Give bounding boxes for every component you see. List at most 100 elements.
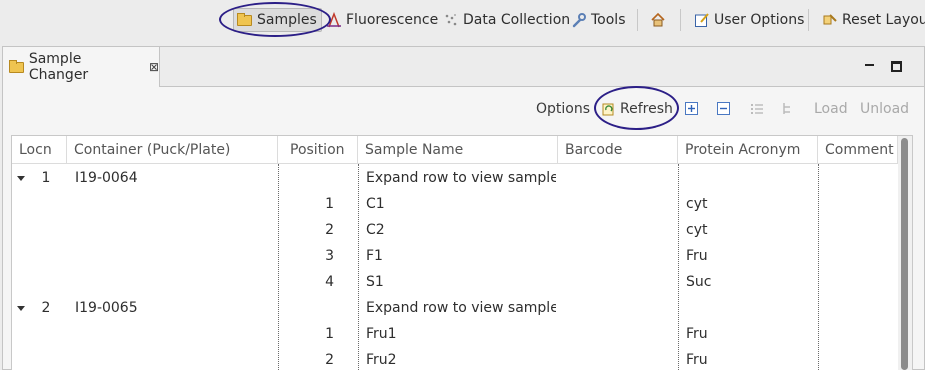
list-view-icon[interactable] (750, 102, 764, 116)
position-cell (278, 165, 358, 191)
maximize-button[interactable] (891, 61, 902, 72)
protein-acronym-cell: Fru (686, 352, 708, 368)
expand-toggle-icon[interactable] (17, 306, 25, 311)
protein-acronym-cell: cyt (686, 196, 708, 212)
fluorescence-icon (326, 11, 342, 28)
options-label: Options (536, 101, 591, 117)
container-cell (75, 243, 275, 269)
table-row[interactable]: 1 C1 cyt (12, 191, 897, 217)
options-button[interactable]: Options (536, 97, 590, 121)
unload-button[interactable]: Unload (860, 97, 909, 121)
protein-acronym-cell: Fru (686, 326, 708, 342)
comment-cell (826, 347, 896, 370)
position-cell: 1 (325, 326, 334, 342)
samples-perspective-button[interactable]: Samples (233, 8, 322, 32)
tab-sample-changer[interactable]: Sample Changer ⊠ (3, 47, 160, 87)
barcode-cell (566, 269, 676, 295)
position-cell: 4 (325, 274, 334, 290)
fluorescence-perspective-button[interactable]: Fluorescence (326, 8, 438, 32)
locn-cell (38, 217, 54, 243)
barcode-cell (566, 295, 676, 321)
reset-layout-button[interactable]: Reset Layout (822, 8, 925, 32)
position-cell (278, 295, 358, 321)
locn-cell (38, 347, 54, 370)
folder-icon (9, 59, 25, 75)
data-collection-label: Data Collection (463, 12, 571, 28)
tab-strip (160, 47, 924, 87)
refresh-label: Refresh (620, 101, 673, 117)
position-cell: 3 (325, 248, 334, 264)
user-options-label: User Options (714, 12, 805, 28)
sample-table[interactable]: Locn Container (Puck/Plate) Position Sam… (11, 135, 913, 370)
protein-acronym-cell: Fru (686, 248, 708, 264)
data-collection-perspective-button[interactable]: Data Collection (443, 8, 570, 32)
table-row[interactable]: 2 Fru2 Fru (12, 347, 897, 370)
refresh-icon (601, 101, 617, 117)
unload-label: Unload (860, 101, 910, 117)
column-header-protein-acronym[interactable]: Protein Acronym (678, 136, 818, 164)
protein-acronym-cell (686, 165, 816, 191)
sample-name-cell: F1 (366, 248, 383, 264)
column-header-sample-name[interactable]: Sample Name (358, 136, 558, 164)
wrench-icon (571, 12, 587, 28)
comment-cell (826, 217, 896, 243)
barcode-cell (566, 347, 676, 370)
table-row[interactable]: 2 C2 cyt (12, 217, 897, 243)
locn-cell: 1 (41, 170, 51, 186)
table-header: Locn Container (Puck/Plate) Position Sam… (12, 136, 912, 164)
data-collection-icon (443, 12, 459, 28)
protein-acronym-cell: Suc (686, 274, 712, 290)
toolbar-separator (637, 9, 638, 31)
tab-title: Sample Changer (28, 51, 89, 83)
collapse-all-icon[interactable] (717, 102, 730, 115)
tree-view-icon[interactable] (781, 102, 795, 116)
table-row[interactable]: 2 I19-0065 Expand row to view samples (12, 295, 897, 321)
minimize-button[interactable] (863, 59, 877, 73)
barcode-cell (566, 165, 676, 191)
edit-icon (694, 12, 710, 28)
refresh-button[interactable]: Refresh (601, 97, 673, 121)
table-row[interactable]: 1 I19-0064 Expand row to view samples (12, 165, 897, 191)
table-row[interactable]: 1 Fru1 Fru (12, 321, 897, 347)
folder-icon (237, 12, 253, 28)
scrollbar-thumb[interactable] (901, 138, 908, 370)
sample-name-cell: Fru1 (366, 326, 397, 342)
container-cell (75, 347, 275, 370)
table-row[interactable]: 4 S1 Suc (12, 269, 897, 295)
comment-cell (826, 243, 896, 269)
column-header-position[interactable]: Position (278, 136, 358, 164)
tools-perspective-button[interactable]: Tools (571, 8, 626, 32)
table-row[interactable]: 3 F1 Fru (12, 243, 897, 269)
column-header-container[interactable]: Container (Puck/Plate) (67, 136, 278, 164)
locn-cell (38, 321, 54, 347)
toolbar-separator (680, 9, 681, 31)
user-options-button[interactable]: User Options (694, 8, 804, 32)
perspective-toolbar: Samples Fluorescence Data Collection Too… (0, 0, 925, 40)
container-cell (75, 191, 275, 217)
barcode-cell (566, 217, 676, 243)
sample-name-cell: C2 (366, 222, 385, 238)
reset-layout-icon (822, 12, 838, 28)
load-label: Load (814, 101, 848, 117)
comment-cell (826, 269, 896, 295)
sample-name-cell: Fru2 (366, 352, 397, 368)
toolbar-separator (808, 9, 809, 31)
expand-toggle-icon[interactable] (17, 176, 25, 181)
column-header-comment[interactable]: Comment (818, 136, 898, 164)
comment-cell (826, 321, 896, 347)
samples-label: Samples (257, 12, 317, 28)
home-button[interactable] (650, 8, 670, 32)
column-header-barcode[interactable]: Barcode (558, 136, 678, 164)
container-cell (75, 321, 275, 347)
close-icon[interactable]: ⊠ (149, 60, 159, 74)
column-header-locn[interactable]: Locn (12, 136, 67, 164)
barcode-cell (566, 191, 676, 217)
position-cell: 2 (325, 222, 334, 238)
expand-all-icon[interactable] (685, 102, 698, 115)
load-button[interactable]: Load (814, 97, 848, 121)
sample-changer-view: Sample Changer ⊠ Options Refresh Load Un… (2, 46, 925, 370)
vertical-scrollbar[interactable] (898, 136, 912, 370)
locn-cell (38, 243, 54, 269)
tools-label: Tools (591, 12, 626, 28)
comment-cell (826, 165, 896, 191)
